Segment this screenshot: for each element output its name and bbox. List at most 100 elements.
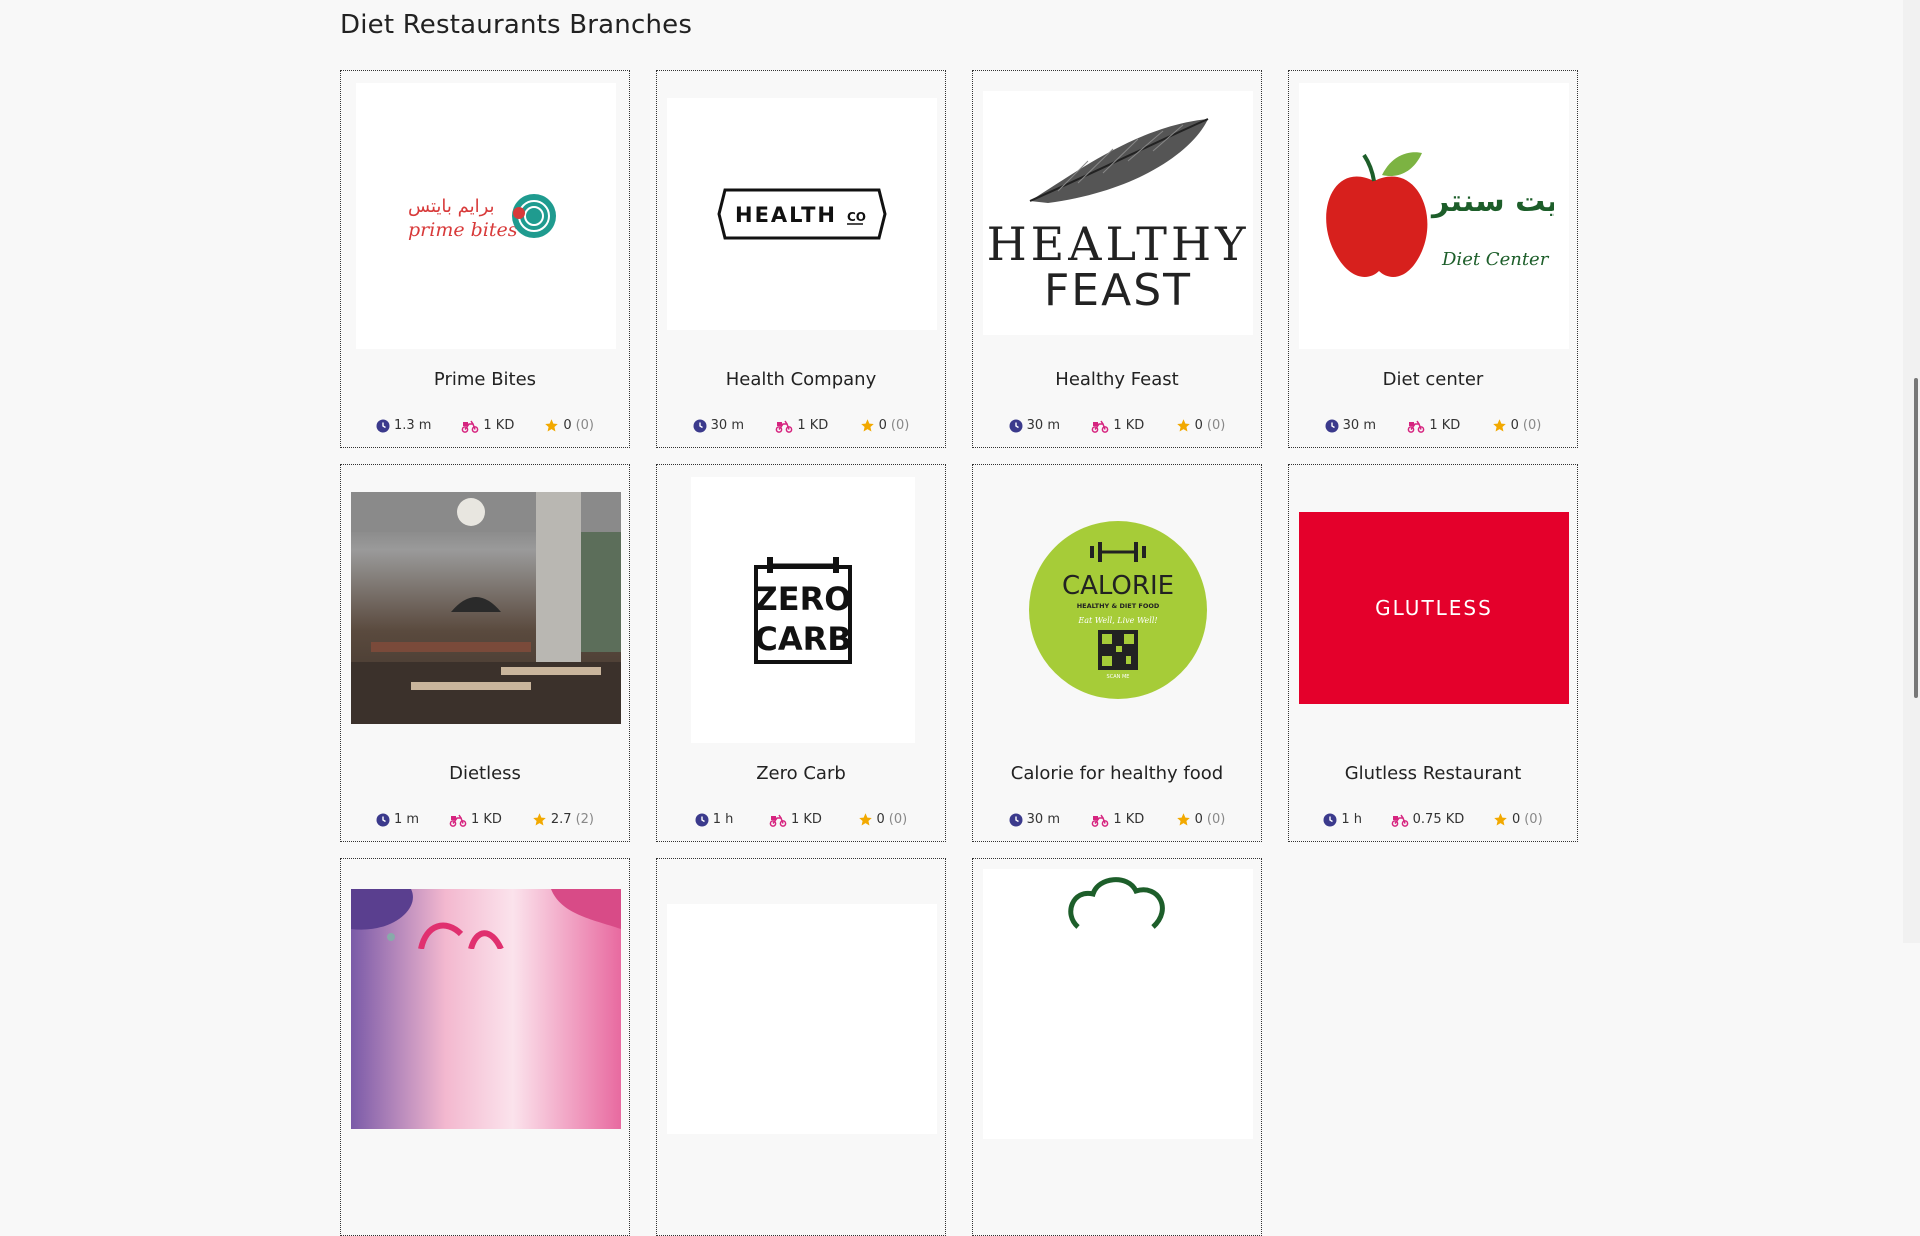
delivery-time: 30 m [693, 418, 744, 433]
restaurant-name: Zero Carb [756, 763, 846, 784]
delivery-time: 30 m [1325, 418, 1376, 433]
scroll-thumb[interactable] [1914, 378, 1918, 698]
rating: 0 (0) [858, 812, 907, 827]
restaurant-card-calorie[interactable]: CALORIE HEALTHY & DIET FOOD Eat Well, Li… [972, 464, 1262, 842]
rating: 0 (0) [1492, 418, 1542, 433]
scooter-icon [449, 814, 467, 827]
delivery-time: 1 h [695, 812, 733, 827]
logo-arabic-text: دايت سنتر [1430, 184, 1554, 219]
review-count: (0) [1522, 418, 1542, 433]
scooter-icon [769, 814, 787, 827]
clock-icon [1325, 419, 1339, 432]
rating: 0 (0) [544, 418, 594, 433]
rating: 0 (0) [1176, 812, 1226, 827]
restaurant-meta: 30 m 1 KD 0 (0) [973, 812, 1261, 827]
review-count: (2) [575, 812, 595, 827]
clock-icon [695, 813, 709, 826]
delivery-fee: 1 KD [1091, 418, 1144, 433]
restaurant-card-partial[interactable] [656, 858, 946, 1236]
star-icon [533, 813, 546, 826]
logo-arabic-text: برايم بايتس [408, 196, 495, 217]
scooter-icon [1407, 420, 1425, 433]
logo-text: prime bites [408, 219, 518, 241]
restaurant-logo: GLUTLESS [1299, 512, 1569, 704]
restaurant-card-prime-bites[interactable]: برايم بايتس prime bites Prime Bites 1.3 … [340, 70, 630, 448]
clock-icon [376, 813, 390, 826]
star-icon [1176, 813, 1190, 826]
review-count: (0) [890, 418, 910, 433]
rating: 0 (0) [1493, 812, 1543, 827]
logo-subtitle: HEALTHY & DIET FOOD [1077, 602, 1160, 610]
restaurant-name: Health Company [725, 369, 877, 390]
restaurant-logo [351, 889, 621, 1129]
logo-text: HEALTH [735, 203, 837, 227]
rating: 0 (0) [1176, 418, 1225, 433]
delivery-time: 30 m [1009, 418, 1060, 433]
restaurant-name: Diet center [1382, 369, 1484, 390]
clock-icon [1009, 813, 1023, 826]
star-icon [858, 813, 872, 826]
restaurant-logo: HEALTHY FEAST [983, 91, 1253, 335]
restaurant-meta: 1.3 m 1 KD 0 (0) [341, 418, 629, 433]
logo-slogan: Eat Well, Live Well! [1077, 616, 1157, 625]
scooter-icon [1091, 814, 1109, 827]
restaurant-meta: 30 m 1 KD 0 (0) [657, 418, 945, 433]
star-icon [545, 419, 559, 432]
restaurant-name: Prime Bites [433, 369, 537, 390]
scooter-icon [775, 420, 793, 433]
logo-scan-text: SCAN ME [1107, 674, 1130, 680]
star-icon [1176, 419, 1190, 432]
restaurant-meta: 30 m 1 KD 0 (0) [1289, 418, 1577, 433]
restaurant-photo [351, 492, 621, 724]
review-count: (0) [575, 418, 595, 433]
restaurant-card-partial[interactable] [972, 858, 1262, 1236]
star-icon [860, 419, 874, 432]
delivery-fee: 1 KD [1091, 812, 1144, 827]
scrollbar[interactable] [1903, 0, 1920, 943]
restaurant-logo [983, 869, 1253, 1139]
scooter-icon [1391, 814, 1409, 827]
logo-text: ZERO [755, 580, 852, 618]
logo-text: CALORIE [1062, 571, 1174, 601]
delivery-time: 30 m [1009, 812, 1060, 827]
chef-hat-icon [1068, 877, 1165, 929]
delivery-fee: 1 KD [449, 812, 502, 827]
scooter-icon [462, 420, 479, 433]
delivery-fee: 1 KD [461, 418, 514, 433]
logo-text: Diet Center [1441, 249, 1550, 270]
restaurant-logo: دايت سنتر Diet Center [1299, 83, 1569, 349]
restaurant-card-dietless[interactable]: Dietless 1 m 1 KD 2.7 (2) [340, 464, 630, 842]
restaurant-card-healthy-feast[interactable]: HEALTHY FEAST Healthy Feast 30 m 1 KD 0 … [972, 70, 1262, 448]
restaurant-logo: HEALTH CO [667, 98, 937, 330]
logo-text-2: CARB [754, 620, 851, 658]
restaurant-card-health-company[interactable]: HEALTH CO Health Company 30 m 1 KD 0 (0) [656, 70, 946, 448]
scooter-icon [1091, 420, 1109, 433]
star-icon [1492, 419, 1506, 432]
restaurant-logo [667, 904, 937, 1134]
review-count: (0) [1524, 812, 1543, 827]
delivery-fee: 0.75 KD [1391, 812, 1464, 827]
delivery-time: 1 m [376, 812, 419, 827]
restaurant-meta: 1 h 0.75 KD 0 (0) [1289, 812, 1577, 827]
logo-text: HEALTHY [986, 216, 1250, 271]
restaurant-card-partial[interactable] [340, 858, 630, 1236]
restaurant-meta: 1 m 1 KD 2.7 (2) [341, 812, 629, 827]
delivery-time: 1 h [1323, 812, 1362, 827]
delivery-fee: 1 KD [775, 418, 828, 433]
restaurant-card-diet-center[interactable]: دايت سنتر Diet Center Diet center 30 m 1… [1288, 70, 1578, 448]
delivery-fee: 1 KD [769, 812, 822, 827]
delivery-time: 1.3 m [376, 418, 431, 433]
restaurant-logo: برايم بايتس prime bites [356, 83, 616, 349]
restaurant-logo: ZERO CARB [691, 477, 915, 743]
restaurant-card-zero-carb[interactable]: ZERO CARB Zero Carb 1 h 1 KD 0 (0) [656, 464, 946, 842]
logo-text-2: FEAST [1043, 264, 1192, 316]
rating: 2.7 (2) [532, 812, 594, 827]
page-title: Diet Restaurants Branches [340, 10, 693, 40]
review-count: (0) [1206, 812, 1226, 827]
logo-text: GLUTLESS [1375, 596, 1493, 620]
restaurant-card-glutless[interactable]: GLUTLESS Glutless Restaurant 1 h 0.75 KD… [1288, 464, 1578, 842]
restaurant-meta: 30 m 1 KD 0 (0) [973, 418, 1261, 433]
restaurant-logo: CALORIE HEALTHY & DIET FOOD Eat Well, Li… [983, 475, 1253, 745]
clock-icon [1323, 813, 1337, 826]
restaurant-name: Glutless Restaurant [1344, 763, 1522, 784]
